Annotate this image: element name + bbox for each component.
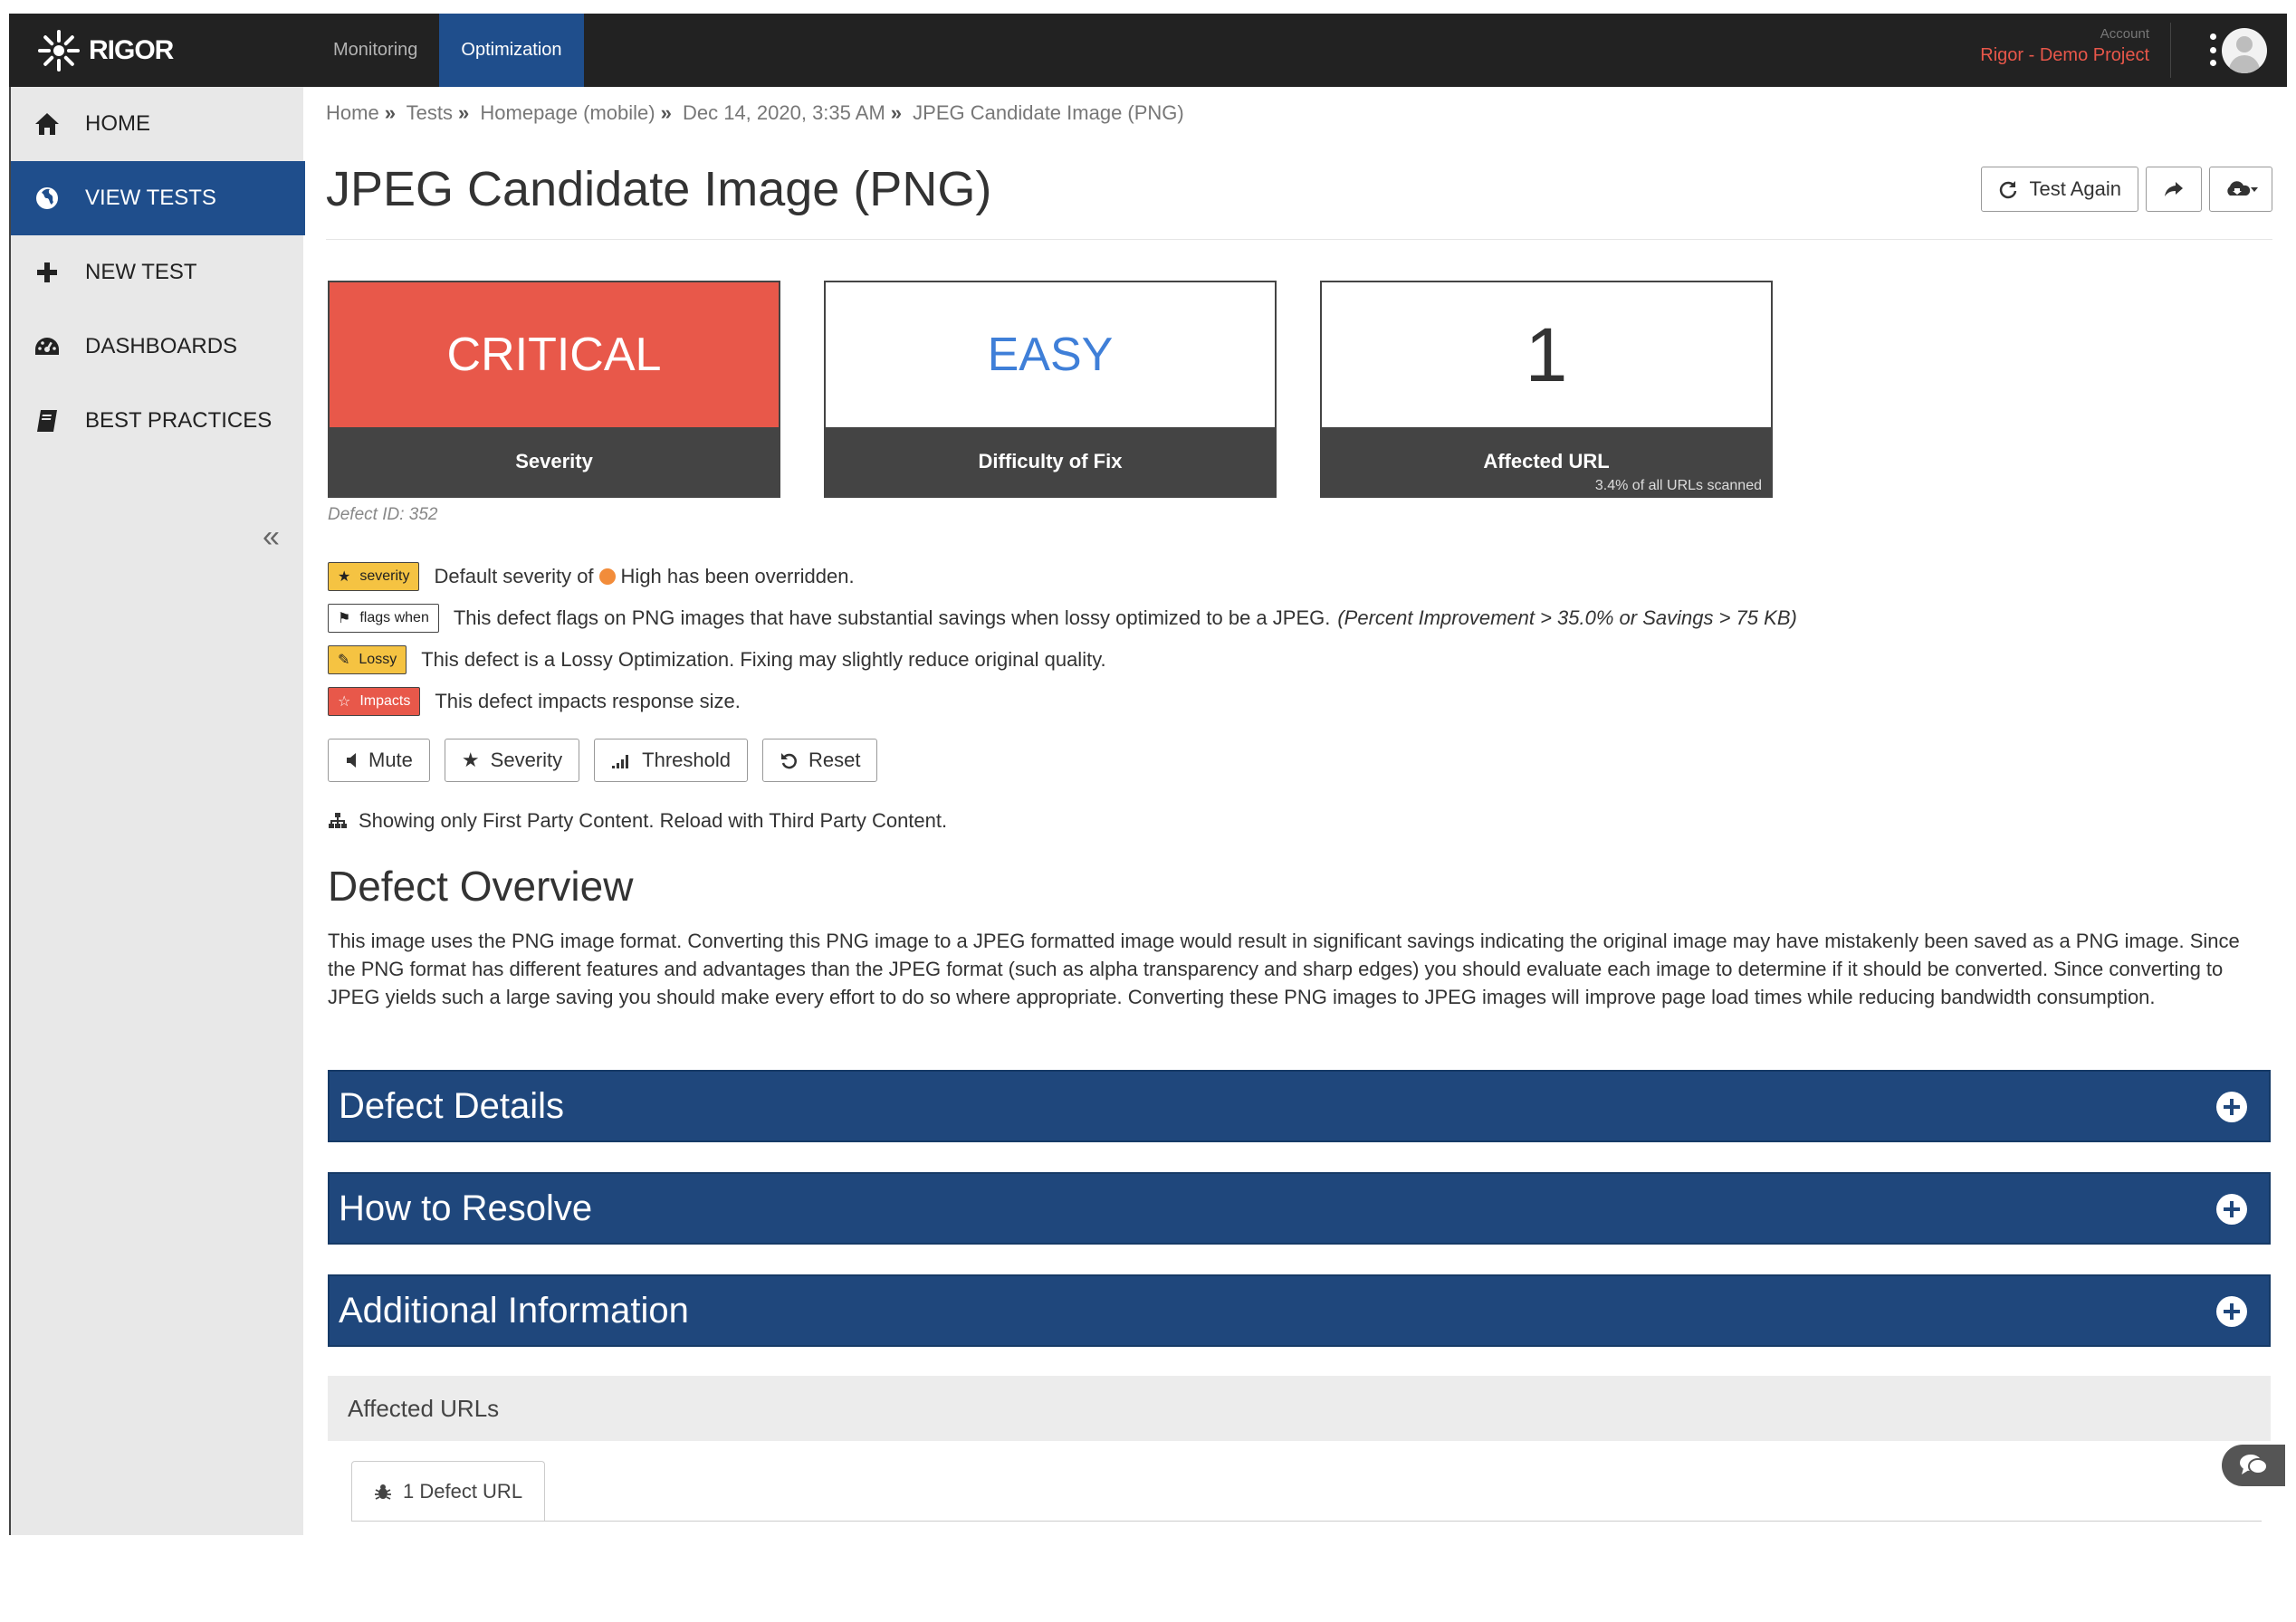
- sitemap-icon: [329, 813, 347, 828]
- signal-bars-icon: [612, 755, 629, 768]
- defect-overview-title: Defect Overview: [328, 863, 634, 910]
- difficulty-label: Difficulty of Fix: [826, 427, 1275, 496]
- reset-button[interactable]: Reset: [761, 739, 878, 782]
- flags-when-tag: ⚑ flags when: [328, 604, 439, 633]
- cloud-download-button[interactable]: [2209, 167, 2272, 212]
- defect-id: Defect ID: 352: [328, 505, 438, 524]
- logo-icon: [38, 30, 80, 72]
- logo-text: RIGOR: [89, 35, 174, 65]
- defect-controls: Mute ★ Severity Threshold Reset: [328, 739, 878, 782]
- defect-flags: ★ severity Default severity of High has …: [328, 556, 1797, 722]
- severity-tag: ★ severity: [328, 562, 420, 591]
- more-menu-icon[interactable]: [2207, 33, 2218, 66]
- affected-url-count: 1: [1525, 311, 1568, 397]
- flag-row-severity: ★ severity Default severity of High has …: [328, 556, 1797, 597]
- expand-icon: [2216, 1092, 2247, 1122]
- home-icon: [33, 110, 62, 138]
- defect-overview-text: This image uses the PNG image format. Co…: [328, 930, 2240, 1008]
- expand-icon: [2216, 1194, 2247, 1225]
- dashboard-icon: [33, 332, 62, 361]
- difficulty-value: EASY: [987, 329, 1114, 381]
- flag-row-impacts: ☆ Impacts This defect impacts response s…: [328, 681, 1797, 722]
- account-label: Account: [2100, 26, 2149, 42]
- impacts-tag: ☆ Impacts: [328, 687, 421, 716]
- cloud-download-icon: [2227, 181, 2258, 196]
- sidebar-item-view-tests[interactable]: VIEW TESTS: [11, 161, 305, 235]
- test-again-label: Test Again: [2029, 177, 2121, 200]
- threshold-criteria: (Percent Improvement > 35.0% or Savings …: [1337, 606, 1797, 629]
- party-content-notice[interactable]: Showing only First Party Content. Reload…: [328, 809, 947, 833]
- severity-card: CRITICAL Severity: [328, 281, 780, 498]
- flag-row-lossy: ✎ Lossy This defect is a Lossy Optimizat…: [328, 639, 1797, 681]
- expand-icon: [2216, 1296, 2247, 1327]
- globe-icon: [33, 184, 62, 213]
- tab-divider: [351, 1521, 2262, 1522]
- difficulty-card: EASY Difficulty of Fix: [824, 281, 1277, 498]
- avatar[interactable]: [2222, 28, 2267, 73]
- breadcrumb-test[interactable]: Homepage (mobile): [480, 101, 655, 124]
- bug-icon: [375, 1484, 391, 1500]
- nav-monitoring[interactable]: Monitoring: [311, 14, 439, 87]
- sidebar-item-label: DASHBOARDS: [85, 334, 238, 358]
- breadcrumb-run[interactable]: Dec 14, 2020, 3:35 AM: [683, 101, 885, 124]
- summary-cards: CRITICAL Severity EASY Difficulty of Fix…: [328, 281, 1773, 498]
- sidebar-item-label: VIEW TESTS: [85, 186, 216, 210]
- undo-icon: [780, 753, 797, 769]
- star-outline-icon: ☆: [338, 694, 351, 710]
- severity-label: Severity: [330, 427, 779, 496]
- page-actions: Test Again: [1981, 167, 2272, 212]
- affected-urls-panel: 1 Defect URL: [328, 1441, 2271, 1622]
- affected-url-card: 1 Affected URL 3.4% of all URLs scanned: [1320, 281, 1773, 498]
- accordion-additional-information[interactable]: Additional Information: [328, 1274, 2271, 1347]
- page-title: JPEG Candidate Image (PNG): [326, 162, 992, 216]
- sidebar-item-label: HOME: [85, 111, 150, 136]
- sidebar-item-label: NEW TEST: [85, 260, 197, 284]
- sidebar-item-home[interactable]: HOME: [11, 87, 305, 161]
- breadcrumb-home[interactable]: Home: [326, 101, 379, 124]
- collapse-sidebar-icon[interactable]: «: [263, 520, 280, 555]
- severity-value: CRITICAL: [330, 282, 779, 427]
- title-divider: [326, 239, 2272, 240]
- affected-urls-header: Affected URLs: [328, 1376, 2271, 1441]
- account-name: Rigor - Demo Project: [1980, 45, 2149, 65]
- share-button[interactable]: [2146, 167, 2202, 212]
- volume-off-icon: [347, 753, 356, 768]
- test-again-button[interactable]: Test Again: [1981, 167, 2138, 212]
- chat-icon: [2240, 1455, 2268, 1474]
- topbar-divider: [2170, 23, 2171, 78]
- sidebar-item-new-test[interactable]: NEW TEST: [11, 235, 305, 310]
- accordion-how-to-resolve[interactable]: How to Resolve: [328, 1172, 2271, 1245]
- top-bar: RIGOR Monitoring Optimization Account Ri…: [9, 14, 2287, 87]
- account-switcher[interactable]: Account Rigor - Demo Project: [1980, 26, 2149, 66]
- sidebar-item-label: BEST PRACTICES: [85, 408, 273, 433]
- refresh-icon: [2000, 181, 2017, 199]
- lossy-tag: ✎ Lossy: [328, 645, 407, 674]
- nav-optimization[interactable]: Optimization: [439, 14, 584, 87]
- top-nav: Monitoring Optimization: [311, 14, 584, 87]
- breadcrumb-current: JPEG Candidate Image (PNG): [913, 101, 1184, 124]
- plus-icon: [33, 258, 62, 287]
- tab-defect-urls[interactable]: 1 Defect URL: [351, 1461, 546, 1521]
- affected-url-share: 3.4% of all URLs scanned: [1594, 478, 1762, 493]
- breadcrumb: Home» Tests» Homepage (mobile)» Dec 14, …: [326, 101, 1184, 124]
- rigor-logo[interactable]: RIGOR: [36, 28, 174, 73]
- breadcrumb-tests[interactable]: Tests: [407, 101, 453, 124]
- accordion-defect-details[interactable]: Defect Details: [328, 1070, 2271, 1142]
- chat-widget-button[interactable]: [2222, 1445, 2285, 1486]
- flag-icon: ⚑: [338, 611, 351, 626]
- star-icon: ★: [338, 569, 351, 585]
- threshold-button[interactable]: Threshold: [594, 739, 748, 782]
- brush-icon: ✎: [338, 653, 350, 668]
- sidebar-item-dashboards[interactable]: DASHBOARDS: [11, 310, 305, 384]
- mute-button[interactable]: Mute: [328, 739, 430, 782]
- sidebar-item-best-practices[interactable]: BEST PRACTICES: [11, 384, 305, 458]
- high-severity-dot-icon: [598, 568, 616, 585]
- sidebar: HOME VIEW TESTS NEW TEST DASHBOARDS BEST…: [9, 87, 305, 1535]
- book-icon: [33, 406, 62, 435]
- share-icon: [2165, 182, 2183, 196]
- app-frame: RIGOR Monitoring Optimization Account Ri…: [0, 0, 2296, 1622]
- star-icon: ★: [461, 749, 480, 771]
- severity-button[interactable]: ★ Severity: [444, 739, 580, 782]
- flag-row-flags-when: ⚑ flags when This defect flags on PNG im…: [328, 597, 1797, 639]
